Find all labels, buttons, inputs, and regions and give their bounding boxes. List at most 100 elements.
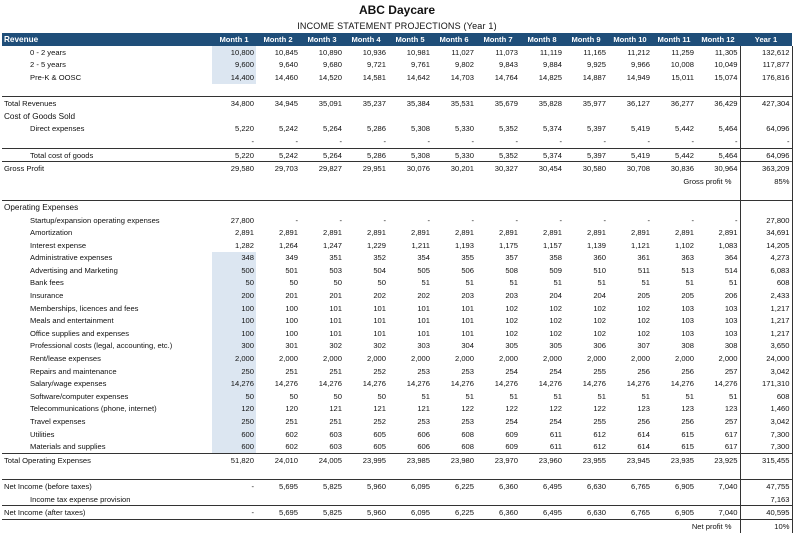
cell[interactable]: 203 xyxy=(476,289,520,302)
cell[interactable]: 509 xyxy=(520,264,564,277)
cell[interactable]: - xyxy=(520,135,564,148)
cell[interactable]: - xyxy=(388,135,432,148)
cell[interactable]: 14,276 xyxy=(256,377,300,390)
cell[interactable]: 5,242 xyxy=(256,123,300,136)
cell[interactable]: 256 xyxy=(608,365,652,378)
cell[interactable]: 11,305 xyxy=(696,46,740,59)
year-total-cell[interactable]: 40,595 xyxy=(739,505,793,520)
cell[interactable]: 256 xyxy=(652,365,696,378)
cell[interactable]: 2,891 xyxy=(608,226,652,239)
cell[interactable]: 23,945 xyxy=(608,452,652,467)
cell[interactable]: 254 xyxy=(520,415,564,428)
cell[interactable] xyxy=(652,188,696,201)
cell[interactable]: 6,225 xyxy=(432,505,476,520)
cell[interactable]: 5,352 xyxy=(476,123,520,136)
cell[interactable] xyxy=(432,467,476,480)
cell[interactable]: 200 xyxy=(212,289,256,302)
cell[interactable]: 254 xyxy=(520,365,564,378)
cell[interactable] xyxy=(564,200,608,214)
year-total-cell[interactable]: 3,042 xyxy=(739,415,793,428)
cell[interactable]: 123 xyxy=(696,403,740,416)
cell[interactable]: 355 xyxy=(432,252,476,265)
cell[interactable]: 201 xyxy=(256,289,300,302)
cell[interactable]: 2,891 xyxy=(520,226,564,239)
cell[interactable]: 50 xyxy=(256,390,300,403)
cell[interactable] xyxy=(300,200,344,214)
year-total-cell[interactable]: 34,691 xyxy=(739,226,793,239)
cell[interactable]: 6,905 xyxy=(652,505,696,520)
year-total-cell[interactable]: 7,300 xyxy=(739,440,793,454)
cell[interactable]: 23,985 xyxy=(388,452,432,467)
cell[interactable] xyxy=(476,200,520,214)
cell[interactable]: 511 xyxy=(608,264,652,277)
cell[interactable]: - xyxy=(212,135,256,148)
cell[interactable]: 23,980 xyxy=(432,452,476,467)
cell[interactable]: 14,764 xyxy=(476,71,520,84)
cell[interactable]: 14,825 xyxy=(520,71,564,84)
cell[interactable] xyxy=(212,200,256,214)
year-total-cell[interactable]: 2,433 xyxy=(739,289,793,302)
cell[interactable]: 9,721 xyxy=(344,59,388,72)
cell[interactable] xyxy=(520,110,564,123)
cell[interactable] xyxy=(256,84,300,97)
cell[interactable]: 10,845 xyxy=(256,46,300,59)
cell[interactable]: 361 xyxy=(608,252,652,265)
cell[interactable] xyxy=(520,493,564,506)
year-total-cell[interactable]: 7,163 xyxy=(739,492,793,506)
cell[interactable]: 23,995 xyxy=(344,452,388,467)
cell[interactable]: 14,276 xyxy=(388,377,432,390)
cell[interactable]: 14,949 xyxy=(608,71,652,84)
cell[interactable]: 256 xyxy=(608,415,652,428)
cell[interactable]: - xyxy=(344,214,388,227)
cell[interactable]: 6,360 xyxy=(476,479,520,493)
cell[interactable]: 204 xyxy=(564,289,608,302)
year-total-cell[interactable]: 132,612 xyxy=(739,46,793,59)
cell[interactable]: 10,936 xyxy=(344,46,388,59)
cell[interactable] xyxy=(432,188,476,201)
cell[interactable]: 14,276 xyxy=(344,377,388,390)
year-total-cell[interactable] xyxy=(739,109,793,123)
year-total-cell[interactable]: 47,755 xyxy=(739,479,793,493)
year-total-cell[interactable] xyxy=(739,83,793,97)
cell[interactable]: 2,000 xyxy=(388,352,432,365)
cell[interactable]: 614 xyxy=(608,440,652,453)
cell[interactable]: 611 xyxy=(520,428,564,441)
year-total-cell[interactable]: 3,042 xyxy=(739,364,793,378)
cell[interactable]: 14,520 xyxy=(300,71,344,84)
cell[interactable]: 51 xyxy=(564,390,608,403)
cell[interactable]: 2,891 xyxy=(652,226,696,239)
cell[interactable]: 500 xyxy=(212,264,256,277)
cell[interactable]: 5,220 xyxy=(212,147,256,162)
cell[interactable]: 5,330 xyxy=(432,147,476,162)
cell[interactable]: 9,966 xyxy=(608,59,652,72)
cell[interactable]: 122 xyxy=(432,403,476,416)
cell[interactable]: - xyxy=(432,214,476,227)
cell[interactable]: 603 xyxy=(300,428,344,441)
cell[interactable]: 5,308 xyxy=(388,147,432,162)
cell[interactable]: 51 xyxy=(520,390,564,403)
cell[interactable] xyxy=(652,110,696,123)
cell[interactable] xyxy=(344,110,388,123)
cell[interactable]: 50 xyxy=(300,277,344,290)
cell[interactable]: 10,800 xyxy=(212,46,256,59)
cell[interactable] xyxy=(608,493,652,506)
cell[interactable]: 30,327 xyxy=(476,161,520,175)
cell[interactable]: 23,960 xyxy=(520,452,564,467)
cell[interactable]: 606 xyxy=(388,440,432,453)
cell[interactable]: 14,703 xyxy=(432,71,476,84)
cell[interactable]: 611 xyxy=(520,440,564,453)
cell[interactable]: 11,073 xyxy=(476,46,520,59)
cell[interactable]: 306 xyxy=(564,340,608,353)
cell[interactable] xyxy=(256,467,300,480)
cell[interactable]: 29,951 xyxy=(344,161,388,175)
cell[interactable]: 51 xyxy=(564,277,608,290)
cell[interactable]: 253 xyxy=(432,365,476,378)
cell[interactable] xyxy=(608,200,652,214)
cell[interactable]: 103 xyxy=(696,314,740,327)
cell[interactable]: 50 xyxy=(212,276,256,290)
cell[interactable]: 206 xyxy=(696,289,740,302)
cell[interactable] xyxy=(212,467,256,480)
year-total-cell[interactable] xyxy=(739,200,793,214)
year-total-cell[interactable]: 608 xyxy=(739,276,793,290)
cell[interactable]: 14,460 xyxy=(256,71,300,84)
